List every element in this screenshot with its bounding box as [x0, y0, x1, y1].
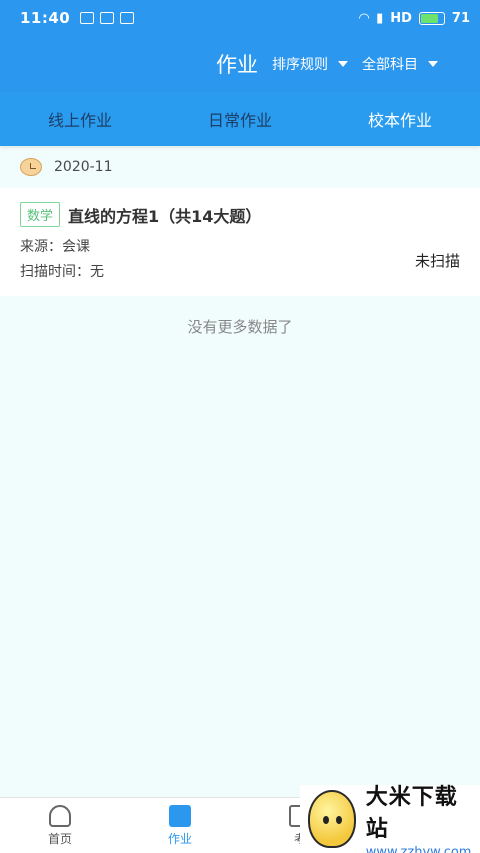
notification-icon	[80, 12, 95, 24]
battery-icon	[418, 11, 445, 25]
subject-dropdown[interactable]: 全部科目	[362, 54, 438, 74]
notification-icon	[120, 12, 135, 24]
status-bar: 11:40 ◠ ▮ HD 71	[0, 0, 480, 36]
nav-homework-label: 作业	[167, 831, 192, 846]
chevron-down-icon	[428, 61, 438, 67]
mascot-logo	[308, 790, 356, 848]
nav-home-label: 首页	[47, 831, 72, 846]
watermark-url: www.zzhyw.com	[365, 844, 472, 853]
sort-dropdown[interactable]: 排序规则	[272, 54, 348, 74]
subject-badge: 数学	[20, 202, 61, 227]
assignment-title: 直线的方程1（共14大题）	[68, 206, 262, 226]
tab-daily[interactable]: 日常作业	[160, 92, 320, 146]
chevron-down-icon	[338, 61, 348, 67]
nav-homework[interactable]: 作业	[120, 798, 240, 853]
calendar-clock-icon	[20, 158, 42, 176]
watermark: 大米下载站 www.zzhyw.com	[300, 785, 480, 853]
subject-label: 全部科目	[362, 57, 418, 73]
tab-school[interactable]: 校本作业	[320, 92, 480, 146]
no-more-data: 没有更多数据了	[187, 318, 293, 336]
tab-online[interactable]: 线上作业	[0, 92, 160, 146]
status-time: 11:40	[20, 9, 71, 27]
assignment-scan-time: 扫描时间：无	[20, 264, 104, 280]
homework-icon	[169, 804, 191, 827]
wifi-icon: ◠	[359, 10, 370, 26]
network-type: HD	[390, 10, 412, 26]
page-title: 作业	[216, 53, 258, 77]
scan-status: 未扫描	[414, 252, 460, 270]
battery-level: 71	[451, 10, 470, 26]
notification-icon	[100, 12, 115, 24]
signal-icon: ▮	[376, 10, 384, 26]
watermark-title: 大米下载站	[365, 784, 458, 842]
assignment-source: 来源：会课	[20, 239, 90, 255]
app-header: 作业 排序规则 全部科目	[0, 36, 480, 92]
home-icon	[49, 804, 71, 827]
month-header: 2020-11	[0, 150, 480, 184]
tab-bar: 线上作业 日常作业 校本作业	[0, 92, 480, 146]
sort-label: 排序规则	[272, 57, 328, 73]
month-label: 2020-11	[54, 159, 113, 175]
assignment-card[interactable]: 数学 直线的方程1（共14大题） 来源：会课 扫描时间：无 未扫描	[0, 188, 480, 296]
nav-home[interactable]: 首页	[0, 798, 120, 853]
